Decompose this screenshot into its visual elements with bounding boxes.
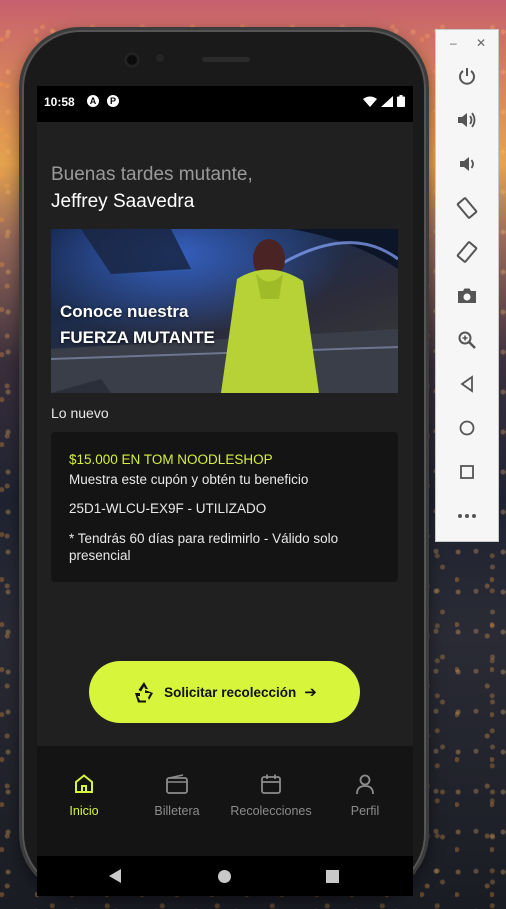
user-name: Jeffrey Saavedra — [51, 191, 195, 212]
nav-label-billetera: Billetera — [154, 804, 200, 818]
section-title: Lo nuevo — [51, 405, 109, 421]
rotate-right-icon — [456, 241, 478, 263]
system-navigation-bar — [37, 856, 413, 896]
more-button[interactable] — [455, 504, 479, 528]
battery-icon — [397, 95, 405, 107]
coupon-code: 25D1-WLCU-EX9F - UTILIZADO — [69, 501, 267, 516]
emulator-toolbar: – ✕ — [435, 29, 499, 542]
emulator-overview-button[interactable] — [455, 460, 479, 484]
rotate-right-button[interactable] — [455, 240, 479, 264]
wifi-icon — [363, 96, 377, 107]
phone-top-bezel — [22, 30, 426, 90]
greeting-text: Buenas tardes mutante, — [51, 164, 253, 185]
nav-item-perfil[interactable]: Perfil — [320, 770, 410, 818]
coupon-note: * Tendrás 60 días para redimirlo - Válid… — [69, 531, 339, 563]
close-icon[interactable]: ✕ — [476, 36, 486, 50]
home-icon — [75, 774, 93, 793]
request-pickup-label: Solicitar recolección — [164, 684, 297, 700]
arrow-right-icon: ➔ — [304, 684, 317, 701]
sensor — [156, 54, 164, 62]
volume-up-icon — [458, 112, 476, 128]
earpiece-speaker — [202, 57, 250, 62]
rotate-left-button[interactable] — [455, 196, 479, 220]
phone-frame: 10:58 A P Buenas tardes mutante, Jeffrey… — [22, 30, 426, 896]
wallet-icon — [166, 774, 188, 794]
front-camera — [124, 52, 140, 68]
overview-square-icon — [460, 465, 474, 479]
back-icon — [460, 375, 473, 393]
coupon-card[interactable]: $15.000 EN TOM NOODLESHOP Muestra este c… — [51, 432, 398, 582]
banner-title-line2: FUERZA MUTANTE — [60, 328, 215, 347]
signal-icon — [381, 95, 393, 107]
volume-down-button[interactable] — [455, 152, 479, 176]
volume-up-button[interactable] — [455, 108, 479, 132]
volume-down-icon — [460, 157, 474, 171]
nav-label-recolecciones: Recolecciones — [230, 804, 312, 818]
banner-title: Conoce nuestra FUERZA MUTANTE — [60, 299, 215, 351]
camera-icon — [458, 288, 476, 303]
nav-label-inicio: Inicio — [69, 804, 99, 818]
emulator-back-button[interactable] — [455, 372, 479, 396]
system-back-button[interactable] — [109, 869, 121, 883]
minimize-icon[interactable]: – — [450, 36, 457, 50]
system-home-button[interactable] — [218, 870, 231, 883]
nav-item-billetera[interactable]: Billetera — [132, 770, 222, 818]
rotate-left-icon — [456, 197, 478, 219]
user-icon — [356, 774, 374, 795]
coupon-title: $15.000 EN TOM NOODLESHOP — [69, 452, 273, 467]
status-bar: 10:58 A P — [37, 86, 413, 122]
recycle-icon — [135, 682, 154, 703]
zoom-button[interactable] — [455, 328, 479, 352]
promo-banner[interactable]: Conoce nuestra FUERZA MUTANTE — [51, 229, 398, 393]
more-icon — [458, 514, 476, 518]
bottom-navigation: Inicio Billetera Recolecciones Perfil — [37, 746, 413, 856]
emulator-home-button[interactable] — [455, 416, 479, 440]
coupon-subtitle: Muestra este cupón y obtén tu beneficio — [69, 472, 309, 487]
power-icon — [459, 68, 475, 85]
nav-item-inicio[interactable]: Inicio — [39, 770, 129, 818]
nav-label-perfil: Perfil — [350, 804, 380, 818]
app-screen: 10:58 A P Buenas tardes mutante, Jeffrey… — [37, 86, 413, 856]
notification-icon-a: A — [87, 95, 99, 107]
calendar-icon — [261, 774, 281, 794]
status-icons — [363, 95, 405, 107]
banner-title-line1: Conoce nuestra — [60, 302, 189, 321]
status-time: 10:58 — [44, 95, 75, 109]
system-overview-button[interactable] — [326, 870, 339, 883]
notification-icon-p: P — [107, 95, 119, 107]
zoom-icon — [458, 331, 476, 349]
nav-item-recolecciones[interactable]: Recolecciones — [226, 770, 316, 818]
home-circle-icon — [459, 420, 475, 436]
screenshot-button[interactable] — [455, 284, 479, 308]
request-pickup-button[interactable]: Solicitar recolección ➔ — [89, 661, 360, 723]
power-button[interactable] — [455, 64, 479, 88]
